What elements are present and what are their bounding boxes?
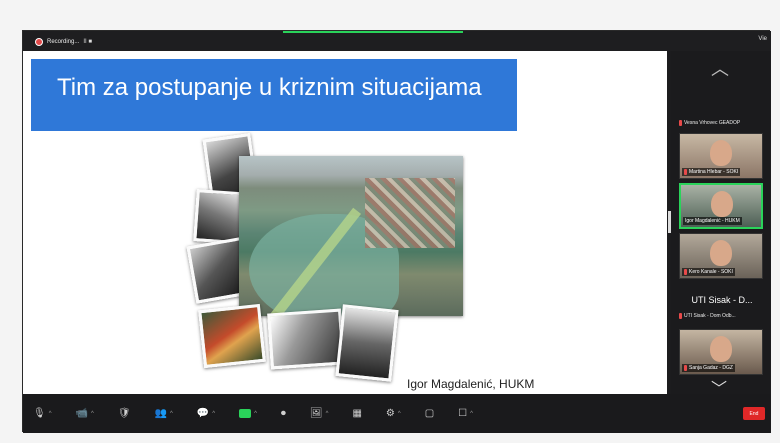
active-speaker-indicator	[283, 31, 463, 33]
chevron-up-icon[interactable]: ^	[212, 411, 215, 417]
participants-button[interactable]: 👥 ^	[155, 408, 173, 419]
participant-name: Martina Hlebar - SOKI	[689, 169, 739, 175]
recording-indicator[interactable]: Recording... II ■	[35, 36, 92, 47]
slide-author: Igor Magdalenić, HUKM	[407, 377, 535, 391]
share-screen-button[interactable]: ^	[239, 409, 257, 418]
participant-name: Kero Kanale - SOKI	[689, 269, 733, 275]
participant-label: Igor Magdalenić - HUKM	[683, 217, 742, 225]
meeting-toolbar: 🎙 ^ 📹 ^ 🛡 👥 ^ 💬 ^ ^ ⏺ 🖼 ^ ▦ ⚙ ^ ▢ ☐ ^ End	[23, 394, 771, 433]
view-button[interactable]: Vie	[758, 36, 767, 42]
chevron-up-icon[interactable]: ^	[91, 411, 94, 417]
rooftops	[365, 178, 455, 248]
record-dot-icon	[35, 37, 43, 46]
reactions-button[interactable]: 🖼 ^	[310, 408, 329, 419]
whiteboard-button[interactable]: ▢	[425, 408, 434, 419]
share-screen-icon	[239, 409, 252, 418]
collage-photo	[335, 304, 399, 382]
aerial-flood-photo	[239, 156, 463, 325]
video-button[interactable]: 📹 ^	[76, 408, 94, 419]
top-bar: Recording... II ■ Vie	[23, 31, 771, 51]
muted-mic-icon	[684, 169, 687, 175]
image-icon: 🖼	[309, 408, 323, 419]
participant-face	[710, 240, 732, 266]
participant-tile[interactable]: Martina Hlebar - SOKI	[679, 133, 763, 179]
participant-small-name[interactable]: UTI Sisak - Dom Odb...	[679, 313, 763, 319]
participant-face	[711, 191, 733, 217]
chat-button[interactable]: 💬 ^	[197, 408, 215, 419]
shield-icon: 🛡	[117, 408, 131, 419]
photo-collage	[173, 131, 478, 386]
participant-gallery: ︿ Vesna Vrhovec GEADOP Martina Hlebar - …	[671, 51, 771, 398]
participant-tile[interactable]: Sanja Gadaz - DGZ	[679, 329, 763, 375]
participant-face	[710, 336, 732, 362]
chevron-up-icon[interactable]: ^	[326, 411, 329, 417]
security-button[interactable]: 🛡	[118, 408, 131, 419]
whiteboard-icon: ▢	[424, 408, 435, 419]
participant-label: Martina Hlebar - SOKI	[682, 168, 741, 176]
record-button[interactable]: ⏺	[281, 408, 286, 419]
window-icon: ☐	[458, 408, 468, 419]
collage-photo	[267, 308, 345, 370]
chevron-up-icon[interactable]: ^	[254, 411, 257, 417]
muted-mic-icon	[684, 365, 687, 371]
record-icon: ⏺	[280, 408, 286, 419]
participant-big-name[interactable]: UTI Sisak - D...	[677, 295, 767, 305]
recording-label: Recording...	[47, 38, 80, 45]
end-meeting-button[interactable]: End	[743, 407, 765, 420]
participant-tile-active-speaker[interactable]: Igor Magdalenić - HUKM	[679, 183, 763, 229]
participant-name: UTI Sisak - Dom Odb...	[684, 313, 736, 319]
mic-icon: 🎙	[33, 408, 46, 419]
participant-tile[interactable]: Kero Kanale - SOKI	[679, 233, 763, 279]
shared-screen-slide: Tim za postupanje u kriznim situacijama …	[23, 51, 667, 394]
participant-face	[710, 140, 732, 166]
participant-name: Sanja Gadaz - DGZ	[689, 365, 733, 371]
chevron-up-icon[interactable]: ^	[398, 411, 401, 417]
chat-icon: 💬	[196, 408, 210, 419]
participant-name: Igor Magdalenić - HUKM	[685, 218, 740, 224]
participant-name: Vesna Vrhovec GEADOP	[684, 120, 741, 126]
participant-label: Sanja Gadaz - DGZ	[682, 364, 735, 372]
chevron-up-icon[interactable]: ^	[49, 411, 52, 417]
slide-title-box: Tim za postupanje u kriznim situacijama	[31, 59, 517, 131]
slide-title: Tim za postupanje u kriznim situacijama	[57, 74, 482, 101]
recording-controls[interactable]: II ■	[83, 39, 92, 45]
screenshot-frame: Recording... II ■ Vie Tim za postupanje …	[0, 0, 780, 443]
meeting-window: Recording... II ■ Vie Tim za postupanje …	[22, 30, 771, 433]
muted-mic-icon	[684, 269, 687, 275]
gear-icon: ⚙	[385, 408, 395, 419]
chevron-up-icon[interactable]: ^	[170, 411, 173, 417]
participant-name-only[interactable]: Vesna Vrhovec GEADOP	[679, 117, 763, 129]
chevron-up-icon[interactable]: ^	[470, 411, 473, 417]
participant-label: Kero Kanale - SOKI	[682, 268, 735, 276]
muted-mic-icon	[679, 313, 682, 319]
more-button[interactable]: ☐ ^	[458, 408, 473, 419]
grid-icon: ▦	[352, 408, 362, 419]
collage-photo	[198, 303, 266, 369]
chevron-up-icon[interactable]: ︿	[711, 55, 729, 81]
camera-icon: 📹	[75, 408, 88, 419]
apps-button[interactable]: ▦	[352, 408, 361, 419]
mute-button[interactable]: 🎙 ^	[33, 408, 52, 419]
muted-mic-icon	[679, 120, 682, 126]
settings-button[interactable]: ⚙ ^	[386, 408, 401, 419]
people-icon: 👥	[154, 408, 167, 419]
